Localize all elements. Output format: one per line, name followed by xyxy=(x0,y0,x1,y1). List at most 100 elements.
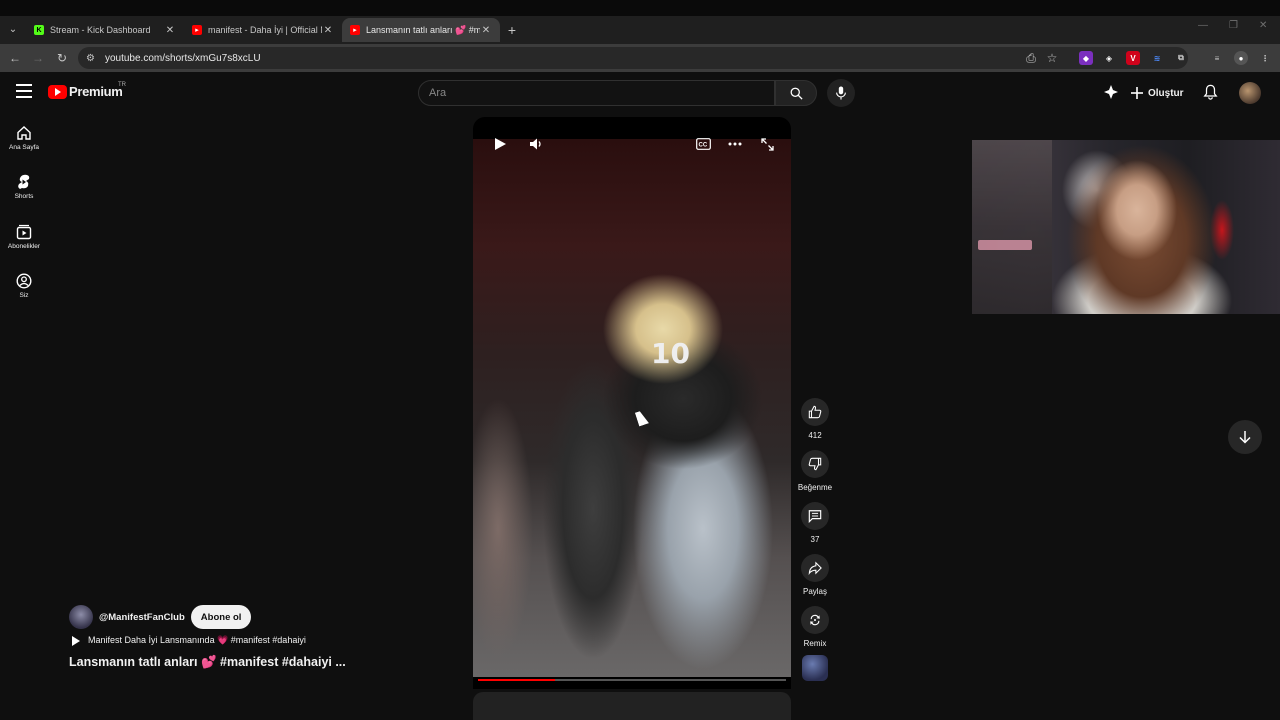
rail-item-shorts[interactable]: Shorts xyxy=(0,174,48,200)
share-label: Paylaş xyxy=(802,587,827,596)
arrow-down-icon xyxy=(1239,431,1251,444)
close-icon[interactable]: ✕ xyxy=(164,25,176,36)
logo-text: Premium xyxy=(69,84,123,99)
tab-kick-dashboard[interactable]: K Stream - Kick Dashboard ✕ xyxy=(26,18,184,42)
svg-text:CC: CC xyxy=(698,143,707,149)
search-button[interactable] xyxy=(775,80,817,106)
home-icon xyxy=(17,126,31,140)
extension-purple-icon[interactable]: ◆ xyxy=(1079,51,1093,65)
new-tab-button[interactable]: + xyxy=(505,19,519,41)
search-box xyxy=(418,80,775,106)
microphone-icon xyxy=(836,86,846,100)
install-app-icon[interactable]: ⎙ xyxy=(1022,49,1040,67)
plus-icon xyxy=(1131,87,1143,99)
dislike-button[interactable]: Beğenme xyxy=(795,450,835,492)
progress-bar[interactable] xyxy=(478,679,786,681)
tab-bar: ⌄ K Stream - Kick Dashboard ✕ ▸ manifest… xyxy=(0,16,1280,44)
ask-ai-button[interactable] xyxy=(1103,84,1119,100)
like-count: 412 xyxy=(808,431,822,440)
next-short-button[interactable] xyxy=(1228,420,1262,454)
dislike-label: Beğenme xyxy=(797,483,833,492)
remix-label: Remix xyxy=(803,639,827,648)
back-icon[interactable]: ← xyxy=(6,49,24,67)
captions-button[interactable]: CC xyxy=(692,133,714,155)
rail-item-home[interactable]: Ana Sayfa xyxy=(0,125,48,151)
tab-shorts-active[interactable]: ▸ Lansmanın tatlı anları 💕 #m ✕ xyxy=(342,18,500,42)
create-label: Oluştur xyxy=(1148,87,1184,99)
search-input[interactable] xyxy=(419,81,774,105)
tab-search-button[interactable]: ⌄ xyxy=(4,18,22,40)
channel-avatar[interactable] xyxy=(69,605,93,629)
rail-item-subscriptions[interactable]: Abonelikler xyxy=(0,224,48,250)
extension-v-icon[interactable]: V xyxy=(1126,51,1140,65)
comment-icon xyxy=(808,510,822,523)
more-options-button[interactable] xyxy=(724,133,746,155)
youtube-icon: ▸ xyxy=(192,25,202,35)
extension-diamond-icon[interactable]: ◈ xyxy=(1102,51,1116,65)
fullscreen-icon xyxy=(760,137,774,151)
remix-icon xyxy=(810,614,820,626)
tab-title: manifest - Daha İyi | Official Mu xyxy=(208,25,322,35)
short-title[interactable]: Lansmanın tatlı anları 💕 #manifest #daha… xyxy=(69,655,346,670)
share-button[interactable]: Paylaş xyxy=(795,554,835,596)
youtube-premium-logo[interactable]: Premium TR xyxy=(48,82,126,99)
volume-button[interactable] xyxy=(525,133,547,155)
webcam-overlay xyxy=(972,140,1280,314)
sound-link[interactable]: Manifest Daha İyi Lansmanında 💗 #manifes… xyxy=(72,635,306,646)
shorts-icon xyxy=(18,174,30,189)
maximize-icon[interactable]: ❐ xyxy=(1229,20,1238,31)
kick-icon: K xyxy=(34,25,44,35)
progress-bar-fill xyxy=(478,679,555,681)
webcam-background-shelf xyxy=(972,140,1052,314)
voice-search-button[interactable] xyxy=(827,79,855,107)
play-button[interactable] xyxy=(489,133,511,155)
thumbs-down-icon xyxy=(808,457,822,471)
notifications-button[interactable] xyxy=(1203,84,1218,100)
tab-manifest-video[interactable]: ▸ manifest - Daha İyi | Official Mu ✕ xyxy=(184,18,342,42)
minimize-icon[interactable]: — xyxy=(1198,20,1208,31)
rail-label: Abonelikler xyxy=(7,243,41,250)
next-short-preview[interactable] xyxy=(473,692,791,720)
account-avatar[interactable] xyxy=(1239,82,1261,104)
extension-audio-icon[interactable]: ≋ xyxy=(1150,51,1164,65)
bookmark-star-icon[interactable]: ☆ xyxy=(1043,49,1061,67)
channel-handle[interactable]: @ManifestFanClub xyxy=(99,612,185,623)
youtube-play-icon xyxy=(48,84,67,99)
comment-count: 37 xyxy=(810,535,820,544)
play-icon xyxy=(494,138,506,150)
fullscreen-button[interactable] xyxy=(756,133,778,155)
close-icon[interactable]: ✕ xyxy=(322,25,334,36)
sound-thumbnail[interactable] xyxy=(802,655,828,681)
video-frame[interactable]: 10 xyxy=(473,139,791,677)
reload-icon[interactable]: ↻ xyxy=(53,49,71,67)
tab-title: Lansmanın tatlı anları 💕 #m xyxy=(366,24,480,35)
volume-icon xyxy=(530,138,541,150)
extensions-puzzle-icon[interactable]: ⧉ xyxy=(1174,51,1188,65)
bell-icon xyxy=(1203,84,1218,100)
url-text: youtube.com/shorts/xmGu7s8xcLU xyxy=(104,52,261,64)
thumbs-up-icon xyxy=(808,405,822,419)
rail-label: Shorts xyxy=(14,193,34,200)
browser-menu-icon[interactable]: ⋮ xyxy=(1258,51,1272,65)
site-info-icon[interactable]: ⚙ xyxy=(86,53,95,64)
sparkle-chat-icon xyxy=(1104,85,1118,99)
shorts-player[interactable]: 10 CC xyxy=(473,117,791,689)
comments-button[interactable]: 37 xyxy=(795,502,835,544)
subscribe-button[interactable]: Abone ol xyxy=(190,605,252,629)
youtube-header: Premium TR Oluştur xyxy=(0,72,1280,114)
media-control-icon[interactable]: ≡ xyxy=(1210,51,1224,65)
browser-tabstrip: ⌄ K Stream - Kick Dashboard ✕ ▸ manifest… xyxy=(0,0,1280,44)
hamburger-menu-icon[interactable] xyxy=(16,84,32,98)
close-window-icon[interactable]: ✕ xyxy=(1259,20,1267,31)
profile-avatar-icon[interactable]: ● xyxy=(1234,51,1248,65)
create-button[interactable]: Oluştur xyxy=(1130,81,1184,105)
like-button[interactable]: 412 xyxy=(795,398,835,440)
close-icon[interactable]: ✕ xyxy=(480,25,492,36)
browser-toolbar: ← → ↻ ⚙ youtube.com/shorts/xmGu7s8xcLU ⎙… xyxy=(0,44,1280,72)
rail-item-you[interactable]: Siz xyxy=(0,273,48,299)
channel-row: @ManifestFanClub Abone ol xyxy=(69,605,252,629)
rail-label: Ana Sayfa xyxy=(9,144,39,151)
captions-icon: CC xyxy=(695,138,711,150)
remix-button[interactable]: Remix xyxy=(795,606,835,648)
forward-icon[interactable]: → xyxy=(29,49,47,67)
